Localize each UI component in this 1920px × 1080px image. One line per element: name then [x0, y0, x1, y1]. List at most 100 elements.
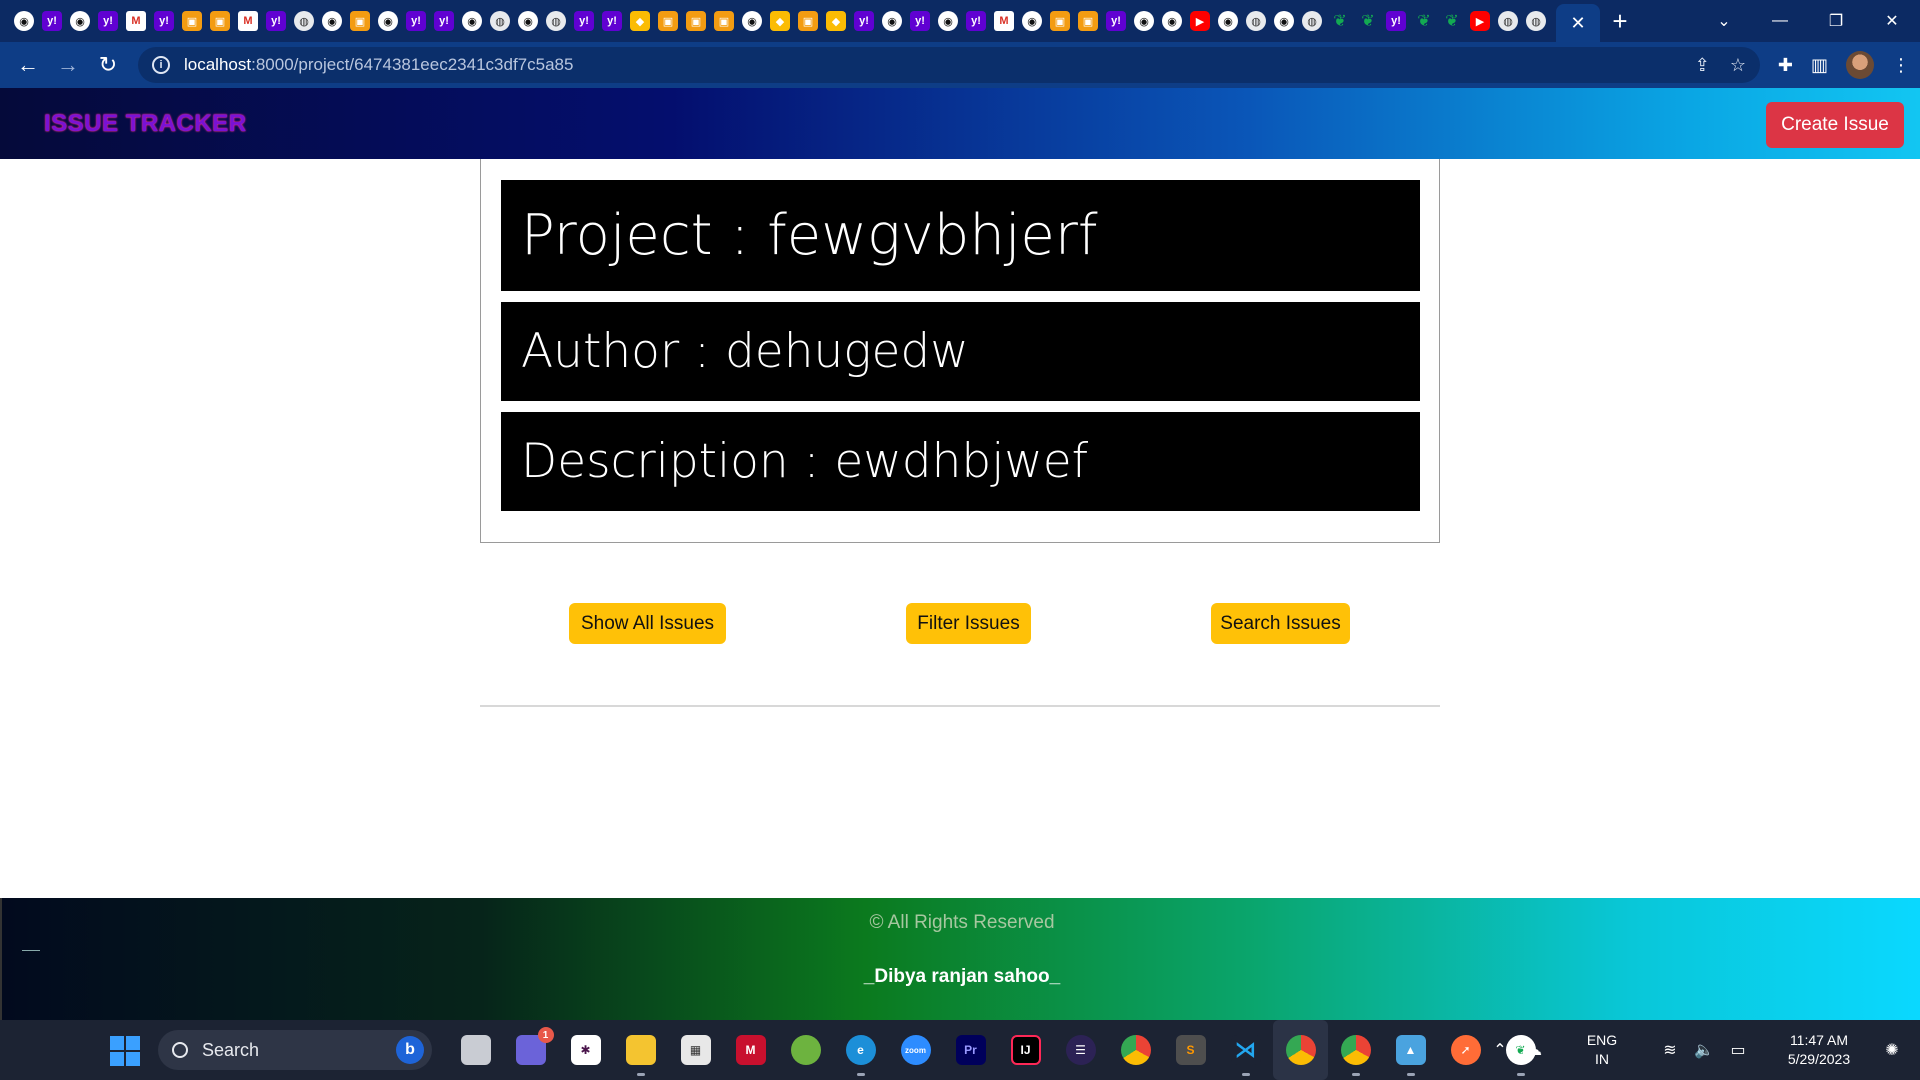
show-hidden-icons-icon[interactable]: ⌃ — [1486, 1040, 1514, 1060]
tab-cn-28[interactable]: ▣ — [794, 0, 822, 42]
eclipse-icon[interactable]: ☰ — [1053, 1020, 1108, 1080]
extensions-icon[interactable]: ✚ — [1778, 55, 1793, 76]
tab-yahoo-20[interactable]: y! — [570, 0, 598, 42]
tab-yahoo-14[interactable]: y! — [402, 0, 430, 42]
site-info-icon[interactable]: i — [152, 56, 170, 74]
slack-icon[interactable]: ✱ — [558, 1020, 613, 1080]
tab-globe-17[interactable]: ◍ — [486, 0, 514, 42]
chrome-icon[interactable] — [1108, 1020, 1163, 1080]
language-indicator[interactable]: ENG IN — [1576, 1031, 1628, 1069]
tab-github-26[interactable]: ◉ — [738, 0, 766, 42]
teams-chat-icon[interactable]: 1 — [503, 1020, 558, 1080]
tab-yahoo-21[interactable]: y! — [598, 0, 626, 42]
tab-globe-10[interactable]: ◍ — [290, 0, 318, 42]
tab-github-41[interactable]: ◉ — [1158, 0, 1186, 42]
share-icon[interactable]: ⇪ — [1695, 55, 1710, 76]
chrome-profile-icon[interactable] — [1273, 1020, 1328, 1080]
windows-start-icon[interactable] — [110, 1036, 140, 1066]
tab-yahoo-39[interactable]: y! — [1102, 0, 1130, 42]
tab-yahoo-3[interactable]: y! — [94, 0, 122, 42]
tab-cn-37[interactable]: ▣ — [1046, 0, 1074, 42]
tab-cn-7[interactable]: ▣ — [206, 0, 234, 42]
tab-globe-46[interactable]: ◍ — [1298, 0, 1326, 42]
back-icon[interactable]: ← — [8, 45, 48, 85]
tab-gmail-35[interactable]: M — [990, 0, 1018, 42]
tab-yt-52[interactable]: ▶ — [1466, 0, 1494, 42]
forward-icon[interactable]: → — [48, 45, 88, 85]
active-tab[interactable]: ✕ — [1556, 4, 1600, 42]
restore-icon[interactable]: ❐ — [1808, 0, 1864, 42]
tab-other-27[interactable]: ◆ — [766, 0, 794, 42]
new-tab-button[interactable]: + — [1600, 0, 1640, 42]
vscode-icon[interactable]: ⋊ — [1218, 1020, 1273, 1080]
bookmark-star-icon[interactable]: ☆ — [1730, 55, 1746, 76]
tab-yahoo-30[interactable]: y! — [850, 0, 878, 42]
zoom-icon[interactable]: zoom — [888, 1020, 943, 1080]
tab-github-16[interactable]: ◉ — [458, 0, 486, 42]
tab-cn-6[interactable]: ▣ — [178, 0, 206, 42]
tab-github-43[interactable]: ◉ — [1214, 0, 1242, 42]
search-issues-button[interactable]: Search Issues — [1211, 603, 1350, 644]
tab-other-22[interactable]: ◆ — [626, 0, 654, 42]
tab-github-0[interactable]: ◉ — [10, 0, 38, 42]
chrome-dev-icon[interactable] — [1328, 1020, 1383, 1080]
tab-gmail-8[interactable]: M — [234, 0, 262, 42]
premiere-pro-icon[interactable]: Pr — [943, 1020, 998, 1080]
side-panel-icon[interactable]: ▥ — [1811, 55, 1828, 76]
tab-yt-42[interactable]: ▶ — [1186, 0, 1214, 42]
onedrive-icon[interactable]: ☁ — [1520, 1040, 1548, 1060]
tab-yahoo-49[interactable]: y! — [1382, 0, 1410, 42]
tab-yahoo-9[interactable]: y! — [262, 0, 290, 42]
photos-icon[interactable]: ▲ — [1383, 1020, 1438, 1080]
reload-icon[interactable]: ↻ — [88, 45, 128, 85]
tab-cn-38[interactable]: ▣ — [1074, 0, 1102, 42]
sublime-text-icon[interactable]: S — [1163, 1020, 1218, 1080]
tab-cn-23[interactable]: ▣ — [654, 0, 682, 42]
notifications-icon[interactable]: ✺ — [1878, 1040, 1906, 1060]
tab-mongo-51[interactable]: ❦ — [1438, 0, 1466, 42]
clock[interactable]: 11:47 AM 5/29/2023 — [1774, 1031, 1864, 1069]
tab-github-45[interactable]: ◉ — [1270, 0, 1298, 42]
tab-mongo-47[interactable]: ❦ — [1326, 0, 1354, 42]
tab-yahoo-1[interactable]: y! — [38, 0, 66, 42]
tab-globe-19[interactable]: ◍ — [542, 0, 570, 42]
tab-github-18[interactable]: ◉ — [514, 0, 542, 42]
tab-cn-25[interactable]: ▣ — [710, 0, 738, 42]
postman-icon[interactable]: ➚ — [1438, 1020, 1493, 1080]
tab-globe-44[interactable]: ◍ — [1242, 0, 1270, 42]
battery-icon[interactable]: ▭ — [1724, 1040, 1752, 1060]
tab-globe-53[interactable]: ◍ — [1494, 0, 1522, 42]
tab-github-11[interactable]: ◉ — [318, 0, 346, 42]
tab-yahoo-32[interactable]: y! — [906, 0, 934, 42]
tab-github-36[interactable]: ◉ — [1018, 0, 1046, 42]
profile-avatar[interactable] — [1846, 51, 1874, 79]
tab-github-2[interactable]: ◉ — [66, 0, 94, 42]
tab-yahoo-34[interactable]: y! — [962, 0, 990, 42]
tab-github-33[interactable]: ◉ — [934, 0, 962, 42]
mcafee-icon[interactable]: M — [723, 1020, 778, 1080]
tab-mongo-48[interactable]: ❦ — [1354, 0, 1382, 42]
tab-github-13[interactable]: ◉ — [374, 0, 402, 42]
task-view-icon[interactable] — [448, 1020, 503, 1080]
minimize-icon[interactable]: — — [1752, 0, 1808, 42]
bing-icon[interactable]: b — [396, 1036, 424, 1064]
menu-kebab-icon[interactable]: ⋮ — [1892, 55, 1910, 76]
spring-tool-icon[interactable] — [778, 1020, 833, 1080]
create-issue-button[interactable]: Create Issue — [1766, 102, 1904, 148]
tab-gmail-4[interactable]: M — [122, 0, 150, 42]
file-explorer-icon[interactable] — [613, 1020, 668, 1080]
close-tab-icon[interactable]: ✕ — [1570, 13, 1585, 34]
tab-other-29[interactable]: ◆ — [822, 0, 850, 42]
wifi-icon[interactable]: ≋ — [1656, 1040, 1684, 1060]
edge-icon[interactable]: e — [833, 1020, 888, 1080]
tab-github-40[interactable]: ◉ — [1130, 0, 1158, 42]
close-window-icon[interactable]: ✕ — [1864, 0, 1920, 42]
tab-yahoo-5[interactable]: y! — [150, 0, 178, 42]
tab-search-icon[interactable]: ⌄ — [1696, 0, 1752, 42]
tab-github-31[interactable]: ◉ — [878, 0, 906, 42]
show-all-issues-button[interactable]: Show All Issues — [569, 603, 726, 644]
tab-cn-24[interactable]: ▣ — [682, 0, 710, 42]
brand-logo[interactable]: ISSUE TRACKER — [44, 110, 247, 138]
microsoft-store-icon[interactable]: ▦ — [668, 1020, 723, 1080]
tab-globe-54[interactable]: ◍ — [1522, 0, 1550, 42]
